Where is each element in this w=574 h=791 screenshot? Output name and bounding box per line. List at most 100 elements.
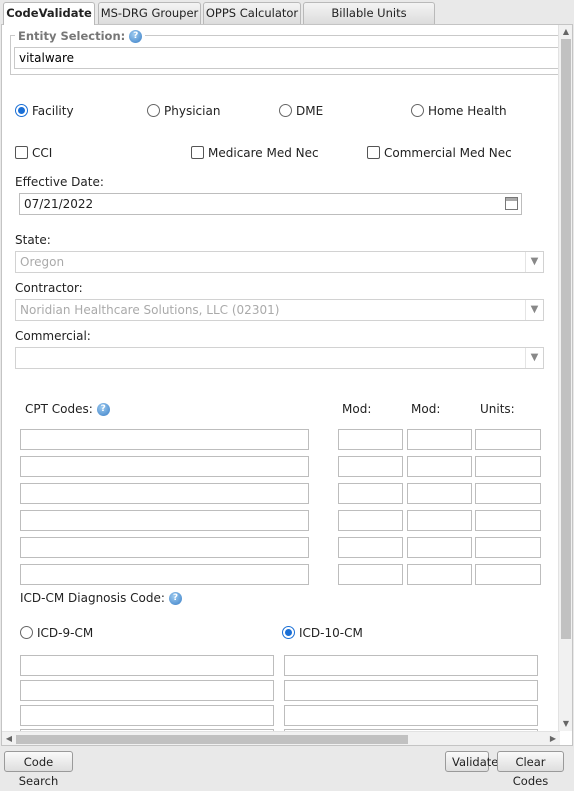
radio-facility-label: Facility <box>32 103 74 118</box>
commercial-select[interactable]: ▼ <box>15 347 544 369</box>
checkbox-cci-label: CCI <box>32 145 53 160</box>
mod2-input[interactable] <box>407 429 472 450</box>
help-icon[interactable]: ? <box>168 592 182 605</box>
contractor-label: Contractor: <box>15 281 83 295</box>
effective-date-field[interactable]: 07/21/2022 <box>19 193 522 215</box>
cpt-code-input[interactable] <box>20 537 309 558</box>
chevron-down-icon[interactable]: ▼ <box>525 300 543 320</box>
tab-bar: CodeValidate MS-DRG Grouper OPPS Calcula… <box>0 0 574 40</box>
state-label: State: <box>15 233 51 247</box>
state-value: Oregon <box>20 255 65 269</box>
icd-code-input[interactable] <box>284 705 538 726</box>
effective-date-label: Effective Date: <box>15 175 104 189</box>
entity-legend: Entity Selection:? <box>15 29 146 43</box>
chevron-down-icon[interactable]: ▼ <box>525 252 543 272</box>
radio-home-health[interactable]: Home Health <box>411 103 507 118</box>
cpt-code-input[interactable] <box>20 429 309 450</box>
mod2-label: Mod: <box>411 402 441 416</box>
help-icon[interactable]: ? <box>129 30 143 43</box>
radio-facility[interactable]: Facility <box>15 103 74 118</box>
icd-code-input[interactable] <box>20 680 274 701</box>
mod2-input[interactable] <box>407 483 472 504</box>
radio-dme[interactable]: DME <box>279 103 323 118</box>
mod1-input[interactable] <box>338 456 403 477</box>
cpt-code-input[interactable] <box>20 456 309 477</box>
commercial-label: Commercial: <box>15 329 91 343</box>
cpt-codes-label: CPT Codes: <box>25 402 93 416</box>
icd-code-input[interactable] <box>20 655 274 676</box>
radio-button-icon[interactable] <box>282 626 295 639</box>
mod2-input[interactable] <box>407 537 472 558</box>
state-select[interactable]: Oregon ▼ <box>15 251 544 273</box>
radio-home-health-label: Home Health <box>428 103 507 118</box>
radio-icd10-label: ICD-10-CM <box>299 625 363 640</box>
radio-icd10[interactable]: ICD-10-CM <box>282 625 363 640</box>
tab-codevalidate[interactable]: CodeValidate <box>3 2 95 25</box>
scroll-left-icon[interactable]: ◀ <box>2 732 16 745</box>
mod1-input[interactable] <box>338 483 403 504</box>
radio-physician-label: Physician <box>164 103 221 118</box>
radio-button-icon[interactable] <box>411 104 424 117</box>
calendar-icon[interactable] <box>505 197 518 210</box>
entity-input[interactable] <box>14 47 562 69</box>
units-label: Units: <box>480 402 515 416</box>
checkbox-icon[interactable] <box>15 146 28 159</box>
units-input[interactable] <box>475 510 541 531</box>
mod1-label: Mod: <box>342 402 372 416</box>
units-input[interactable] <box>475 537 541 558</box>
units-input[interactable] <box>475 456 541 477</box>
vertical-scrollbar[interactable]: ▲ ▼ <box>558 25 572 731</box>
radio-button-icon[interactable] <box>279 104 292 117</box>
radio-button-icon[interactable] <box>147 104 160 117</box>
scroll-down-icon[interactable]: ▼ <box>559 717 572 731</box>
units-input[interactable] <box>475 483 541 504</box>
mod1-input[interactable] <box>338 564 403 585</box>
code-search-button[interactable]: Code Search <box>4 751 73 788</box>
cpt-code-input[interactable] <box>20 510 309 531</box>
icd-code-input[interactable] <box>284 680 538 701</box>
mod1-input[interactable] <box>338 429 403 450</box>
tab-opps-calculator[interactable]: OPPS Calculator <box>203 2 301 24</box>
units-input[interactable] <box>475 564 541 585</box>
checkbox-icon[interactable] <box>191 146 204 159</box>
mod1-input[interactable] <box>338 510 403 531</box>
horizontal-scroll-thumb[interactable] <box>16 735 408 744</box>
checkbox-medicare-med-nec-label: Medicare Med Nec <box>208 145 319 160</box>
cpt-code-input[interactable] <box>20 564 309 585</box>
vertical-scroll-thumb[interactable] <box>561 39 571 639</box>
checkbox-commercial-med-nec[interactable]: Commercial Med Nec <box>367 145 512 160</box>
mod2-input[interactable] <box>407 564 472 585</box>
radio-button-icon[interactable] <box>15 104 28 117</box>
effective-date-value: 07/21/2022 <box>24 197 94 211</box>
checkbox-commercial-med-nec-label: Commercial Med Nec <box>384 145 512 160</box>
icd-code-input[interactable] <box>20 705 274 726</box>
radio-button-icon[interactable] <box>20 626 33 639</box>
checkbox-medicare-med-nec[interactable]: Medicare Med Nec <box>191 145 319 160</box>
help-icon[interactable]: ? <box>96 403 110 416</box>
mod2-input[interactable] <box>407 510 472 531</box>
units-input[interactable] <box>475 429 541 450</box>
validate-button[interactable]: Validate <box>445 751 498 772</box>
scroll-right-icon[interactable]: ▶ <box>546 732 560 745</box>
entity-legend-label: Entity Selection: <box>18 29 126 43</box>
tab-ms-drg-grouper[interactable]: MS-DRG Grouper <box>98 2 201 24</box>
contractor-select[interactable]: Noridian Healthcare Solutions, LLC (0230… <box>15 299 544 321</box>
radio-dme-label: DME <box>296 103 324 118</box>
radio-icd9-label: ICD-9-CM <box>37 625 94 640</box>
checkbox-cci[interactable]: CCI <box>15 145 52 160</box>
radio-icd9[interactable]: ICD-9-CM <box>20 625 93 640</box>
scroll-up-icon[interactable]: ▲ <box>559 25 572 39</box>
contractor-value: Noridian Healthcare Solutions, LLC (0230… <box>20 303 280 317</box>
chevron-down-icon[interactable]: ▼ <box>525 348 543 368</box>
mod2-input[interactable] <box>407 456 472 477</box>
codevalidate-panel: Entity Selection:? Facility Physician DM… <box>1 24 573 746</box>
horizontal-scrollbar[interactable]: ◀ ▶ <box>2 731 560 745</box>
tab-billable-units-calculator[interactable]: Billable Units Calculator <box>303 2 435 40</box>
icd-code-input[interactable] <box>284 655 538 676</box>
radio-physician[interactable]: Physician <box>147 103 220 118</box>
cpt-code-input[interactable] <box>20 483 309 504</box>
cpt-codes-heading: CPT Codes:? <box>25 402 110 416</box>
clear-codes-button[interactable]: Clear Codes <box>497 751 564 788</box>
mod1-input[interactable] <box>338 537 403 558</box>
checkbox-icon[interactable] <box>367 146 380 159</box>
